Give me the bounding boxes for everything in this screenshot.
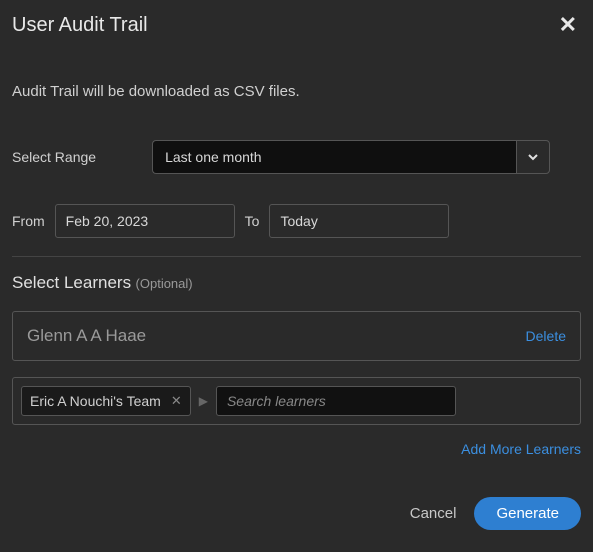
delete-learner-button[interactable]: Delete xyxy=(526,328,566,344)
user-audit-trail-dialog: User Audit Trail ✕ Audit Trail will be d… xyxy=(0,0,593,544)
selected-learner-box: Glenn A A Haae Delete xyxy=(12,311,581,361)
chip-arrow-icon: ▶ xyxy=(199,394,208,408)
dialog-header: User Audit Trail ✕ xyxy=(12,14,581,37)
add-more-row: Add More Learners xyxy=(12,441,581,457)
learners-section-title: Select Learners (Optional) xyxy=(12,273,581,293)
search-learners-input[interactable] xyxy=(216,386,456,416)
range-label: Select Range xyxy=(12,149,96,165)
dialog-footer: Cancel Generate xyxy=(12,497,581,530)
to-label: To xyxy=(245,213,260,229)
range-select[interactable]: Last one month xyxy=(152,140,550,174)
selected-learner-name: Glenn A A Haae xyxy=(27,326,146,346)
generate-button[interactable]: Generate xyxy=(474,497,581,530)
section-title-text: Select Learners xyxy=(12,273,131,292)
to-date-input[interactable]: Today xyxy=(269,204,449,238)
add-more-learners-button[interactable]: Add More Learners xyxy=(461,441,581,457)
date-row: From Feb 20, 2023 To Today xyxy=(12,204,581,238)
learner-search-row: Eric A Nouchi's Team ✕ ▶ xyxy=(12,377,581,425)
dialog-title: User Audit Trail xyxy=(12,14,148,37)
range-select-value: Last one month xyxy=(152,140,516,174)
chip-remove-icon[interactable]: ✕ xyxy=(171,393,182,409)
team-chip-label: Eric A Nouchi's Team xyxy=(30,393,161,409)
team-chip[interactable]: Eric A Nouchi's Team ✕ xyxy=(21,386,191,416)
range-row: Select Range Last one month xyxy=(12,140,581,174)
from-label: From xyxy=(12,213,45,229)
chevron-down-icon[interactable] xyxy=(516,140,550,174)
dialog-subtitle: Audit Trail will be downloaded as CSV fi… xyxy=(12,83,581,100)
divider xyxy=(12,256,581,257)
optional-text: (Optional) xyxy=(136,276,193,291)
close-icon[interactable]: ✕ xyxy=(559,14,581,36)
cancel-button[interactable]: Cancel xyxy=(410,505,457,522)
from-date-input[interactable]: Feb 20, 2023 xyxy=(55,204,235,238)
